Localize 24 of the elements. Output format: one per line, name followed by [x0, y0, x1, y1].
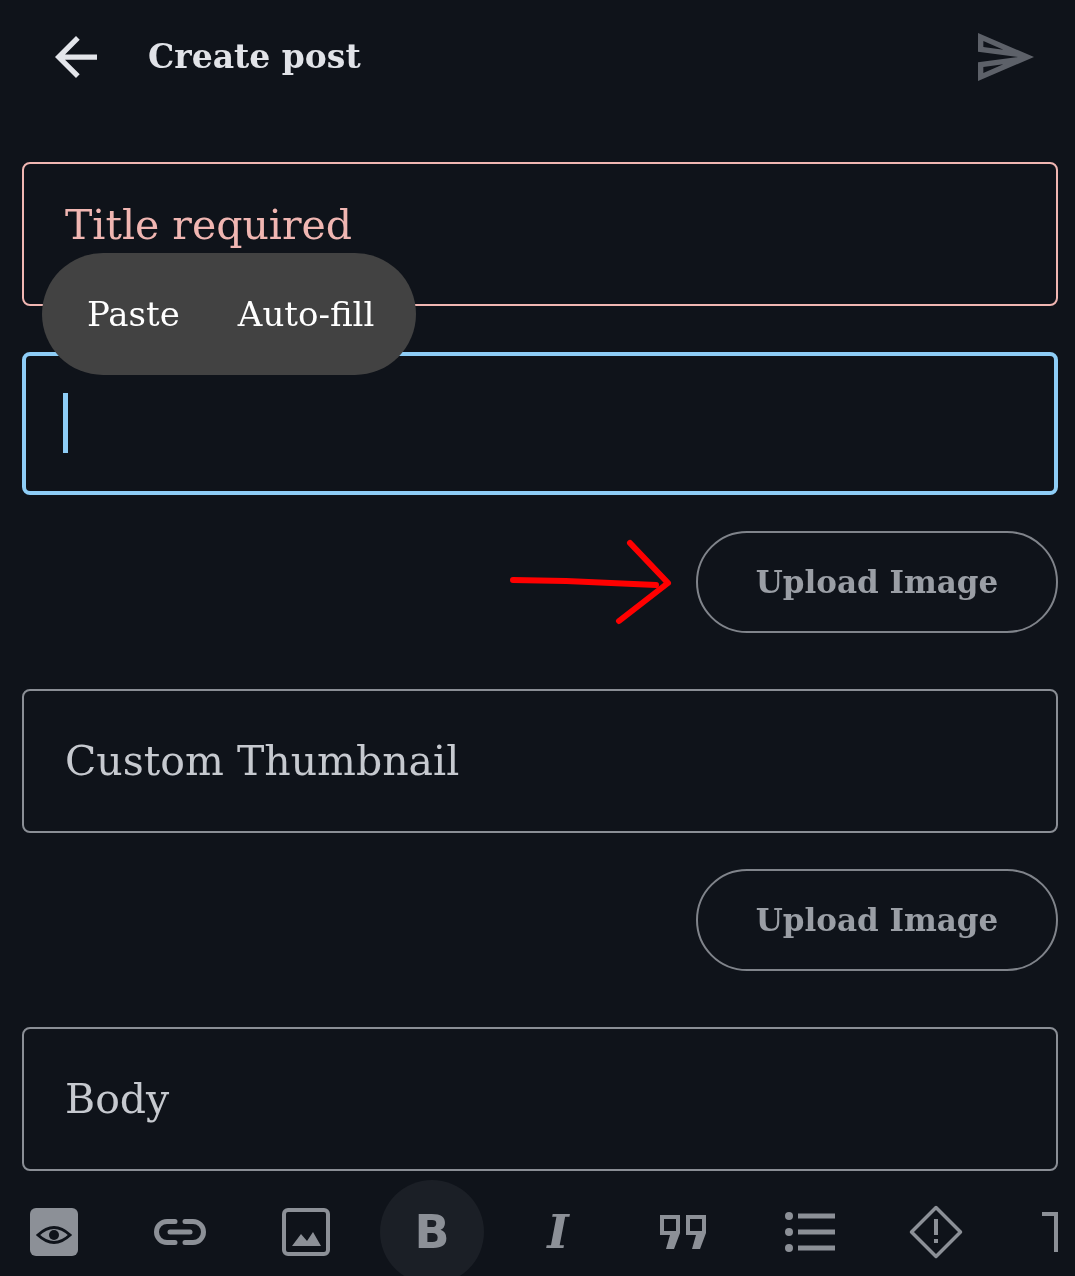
toolbar-button[interactable]: [909, 1205, 963, 1259]
eye-icon: [30, 1208, 78, 1256]
text-field[interactable]: Custom Thumbnail: [22, 689, 1058, 833]
link-icon: [153, 1218, 207, 1246]
toolbar-button[interactable]: [30, 1208, 78, 1256]
back-button[interactable]: [55, 36, 97, 78]
list-icon: [785, 1212, 835, 1252]
toolbar-button[interactable]: [282, 1208, 330, 1256]
quote-icon: [660, 1215, 708, 1249]
image-icon: [282, 1208, 330, 1256]
back-arrow-icon: [55, 36, 97, 78]
toolbar-button[interactable]: [1042, 1212, 1058, 1252]
text-field[interactable]: Body: [22, 1027, 1058, 1171]
page-title: Create post: [148, 37, 361, 77]
warning-icon: [909, 1205, 963, 1259]
toolbar-button[interactable]: [660, 1215, 708, 1249]
italic-button[interactable]: I: [547, 1209, 569, 1255]
send-icon: [978, 33, 1034, 81]
toolbar-button[interactable]: [785, 1212, 835, 1252]
cut-off-icon: [1042, 1212, 1058, 1252]
toolbar-button[interactable]: [153, 1218, 207, 1246]
bold-button[interactable]: B: [380, 1180, 484, 1276]
upload-image-button[interactable]: Upload Image: [696, 869, 1058, 971]
upload-image-button[interactable]: Upload Image: [696, 531, 1058, 633]
